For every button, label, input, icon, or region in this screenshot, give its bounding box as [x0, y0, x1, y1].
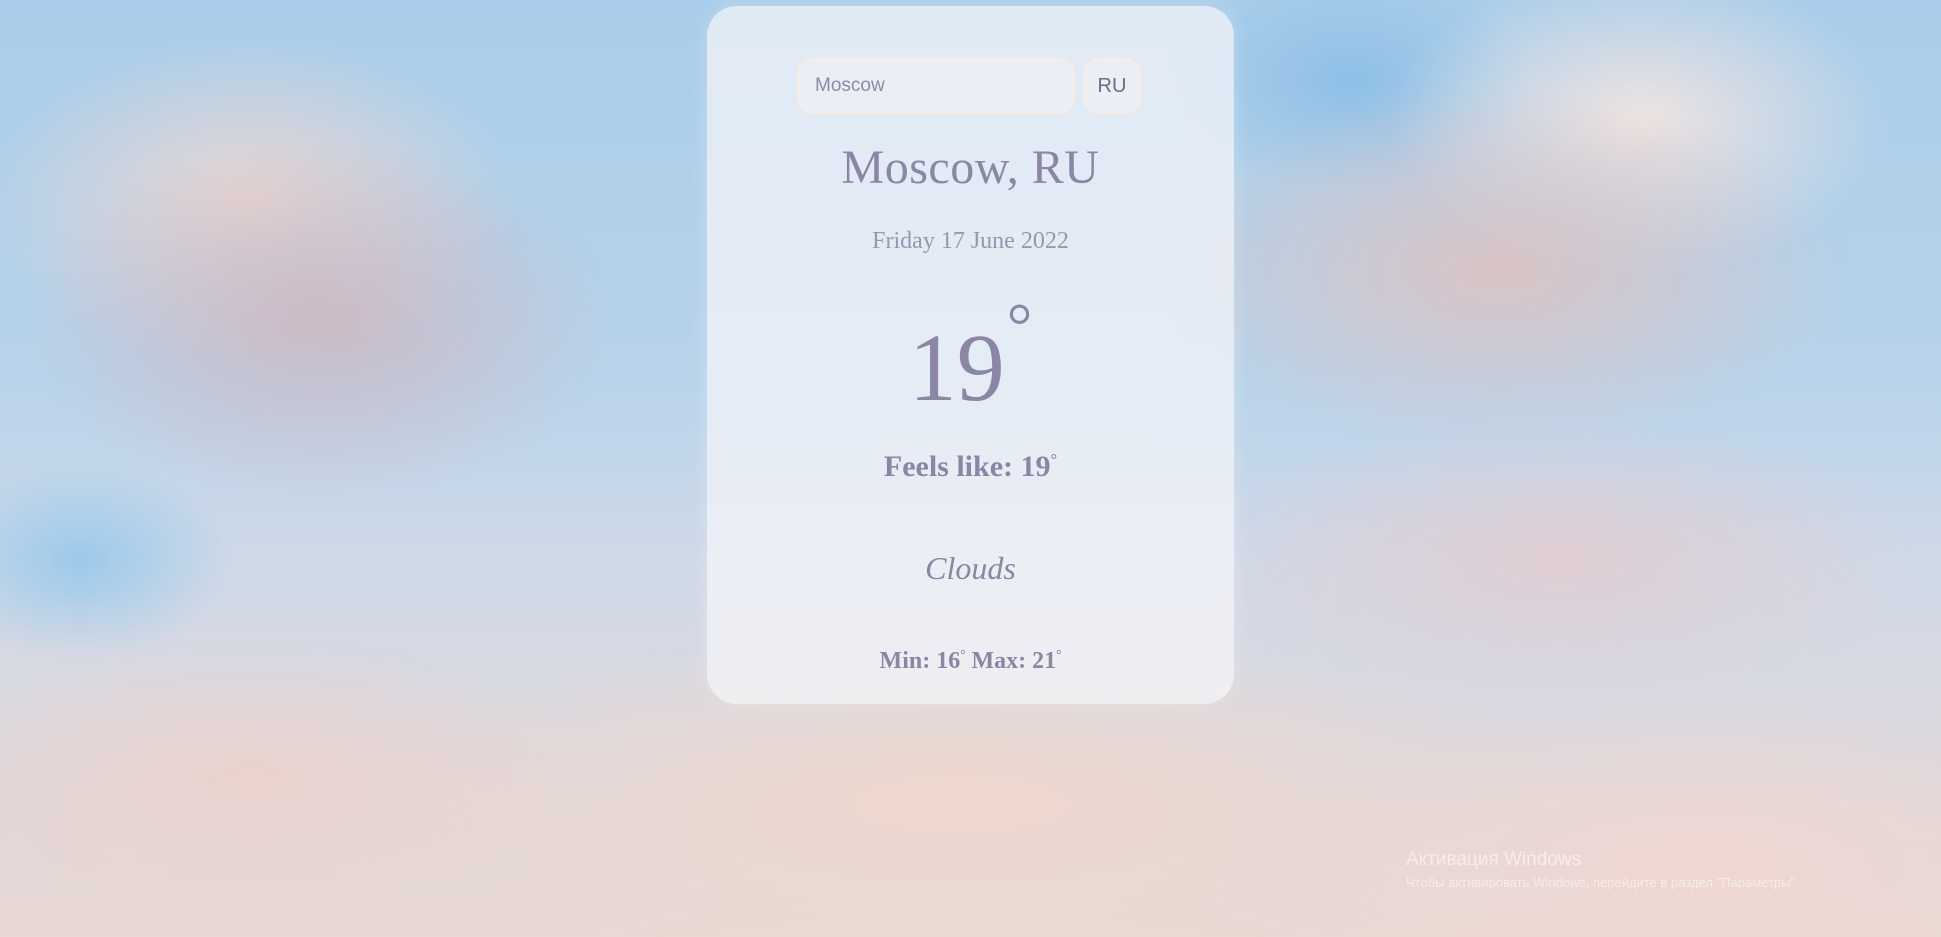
feels-like-value: 19: [1020, 450, 1051, 483]
weather-condition: Clouds: [925, 550, 1016, 586]
min-max-temperature: Min: 16° Max: 21°: [707, 647, 1234, 675]
min-label: Min:: [879, 648, 937, 674]
watermark-title: Активация Windows: [1406, 849, 1582, 870]
location-title: Moscow, RU: [841, 141, 1100, 194]
watermark-subtitle: Чтобы активировать Windows, перейдите в …: [1406, 875, 1799, 890]
max-value: 21: [1032, 648, 1057, 674]
city-search-input[interactable]: [797, 58, 1075, 114]
feels-like-degree: °: [1050, 450, 1058, 469]
max-degree: °: [1056, 647, 1062, 662]
min-value: 16: [936, 648, 961, 674]
current-date: Friday 17 June 2022: [872, 228, 1069, 254]
temperature-display: 19°: [707, 294, 1234, 421]
feels-like-label: Feels like:: [883, 450, 1021, 483]
max-label: Max:: [965, 648, 1033, 674]
temperature-value: 19: [908, 314, 1005, 421]
windows-activation-watermark: Активация Windows Чтобы активировать Win…: [1406, 849, 1799, 890]
country-toggle-button[interactable]: RU: [1083, 58, 1141, 114]
feels-like: Feels like: 19°: [707, 450, 1234, 484]
search-bar: RU: [797, 58, 1141, 114]
degree-symbol: °: [1006, 290, 1033, 361]
